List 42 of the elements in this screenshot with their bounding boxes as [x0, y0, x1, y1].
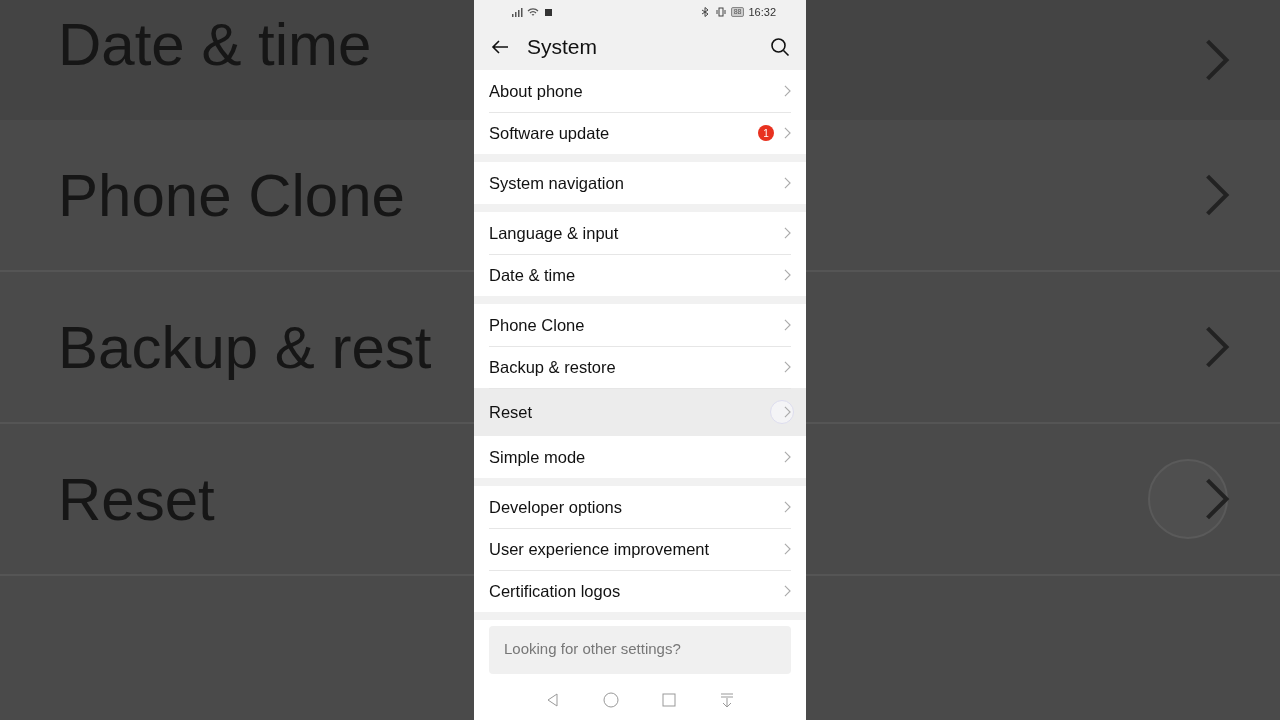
vibrate-icon — [714, 7, 727, 17]
settings-row[interactable]: Developer options — [474, 486, 806, 528]
chevron-icon — [784, 585, 791, 597]
notification-badge: 1 — [758, 125, 774, 141]
search-icon[interactable] — [770, 37, 790, 57]
notification-pull-icon[interactable] — [719, 692, 735, 708]
chevron-icon — [784, 227, 791, 239]
recents-nav-icon[interactable] — [661, 692, 677, 708]
chevron-icon — [784, 85, 791, 97]
settings-row[interactable]: Phone Clone — [474, 304, 806, 346]
chevron-icon — [1204, 325, 1230, 369]
chevron-icon — [784, 543, 791, 555]
chevron-icon — [1204, 38, 1230, 82]
chevron-icon — [784, 451, 791, 463]
settings-row[interactable]: Certification logos — [474, 570, 806, 612]
settings-row[interactable]: Software update 1 — [474, 112, 806, 154]
page-title: System — [527, 35, 597, 59]
chevron-icon — [784, 406, 791, 418]
chevron-icon — [784, 127, 791, 139]
clock-time: 16:32 — [748, 6, 776, 18]
home-nav-icon[interactable] — [603, 692, 619, 708]
touch-ripple — [770, 400, 794, 424]
back-nav-icon[interactable] — [545, 692, 561, 708]
chevron-icon — [784, 501, 791, 513]
settings-row[interactable]: Backup & restore — [474, 346, 806, 388]
suggestion-title: Looking for other settings? — [504, 640, 681, 657]
wifi-icon — [527, 7, 539, 17]
chevron-icon — [1204, 173, 1230, 217]
chevron-icon — [784, 319, 791, 331]
settings-row[interactable]: Date & time — [474, 254, 806, 296]
signal-icon — [511, 7, 523, 17]
settings-row[interactable]: User experience improvement — [474, 528, 806, 570]
chevron-icon — [784, 269, 791, 281]
chevron-icon — [784, 361, 791, 373]
chevron-icon — [1204, 477, 1230, 521]
stop-icon — [543, 7, 555, 17]
settings-row[interactable]: Reset — [474, 388, 806, 436]
settings-row[interactable]: Language & input — [474, 212, 806, 254]
chevron-icon — [784, 177, 791, 189]
settings-row[interactable]: System navigation — [474, 162, 806, 204]
settings-row[interactable]: About phone — [474, 70, 806, 112]
settings-row[interactable]: Simple mode — [474, 436, 806, 478]
